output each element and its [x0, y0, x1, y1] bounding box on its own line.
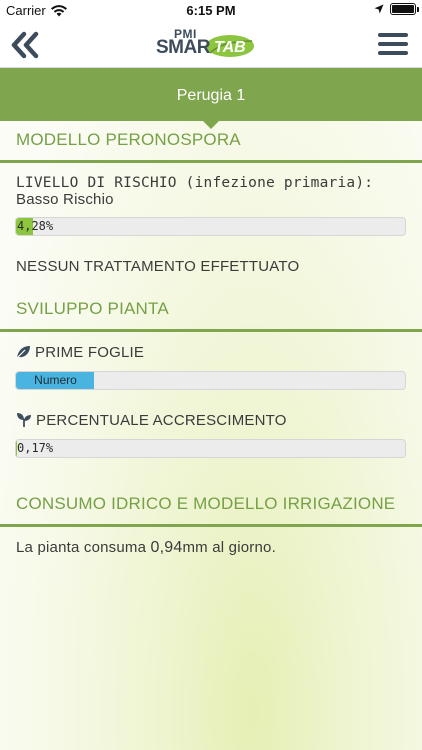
- prime-foglie-progress-bar: Numero: [15, 371, 406, 390]
- risk-progress-bar: 4,28%: [15, 217, 406, 236]
- battery-icon: [390, 3, 419, 15]
- prime-foglie-row: PRIME FOGLIE: [16, 344, 144, 361]
- sviluppo-divider: [0, 329, 422, 332]
- peronospora-divider: [0, 160, 422, 163]
- status-bar: Carrier 6:15 PM: [0, 0, 422, 22]
- app-logo: PMI SMAR TAB: [152, 27, 258, 61]
- menu-button[interactable]: [378, 33, 408, 57]
- logo-tab: TAB: [214, 39, 246, 56]
- location-header: Perugia 1: [0, 68, 422, 129]
- accrescimento-label: PERCENTUALE ACCRESCIMENTO: [36, 412, 287, 429]
- irrigazione-section-title: CONSUMO IDRICO E MODELLO IRRIGAZIONE: [16, 494, 396, 513]
- accrescimento-row: PERCENTUALE ACCRESCIMENTO: [16, 412, 287, 429]
- water-consumption-prefix: La pianta consuma: [16, 539, 151, 556]
- risk-level-label: LIVELLO DI RISCHIO (infezione primaria):: [16, 175, 374, 191]
- treatment-status: NESSUN TRATTAMENTO EFFETTUATO: [16, 258, 300, 275]
- leaf-icon: [16, 346, 30, 359]
- location-name: Perugia 1: [176, 87, 246, 104]
- accrescimento-progress-label: 0,17%: [17, 441, 54, 455]
- sprout-icon: [17, 413, 31, 427]
- prime-foglie-progress-label: Numero: [34, 373, 77, 387]
- risk-level-value: Basso Rischio: [16, 191, 114, 208]
- nav-bar: PMI SMAR TAB: [0, 22, 422, 68]
- hamburger-menu-icon: [378, 33, 408, 55]
- water-consumption-amount: 0,94: [150, 539, 183, 556]
- water-consumption-text: La pianta consuma 0,94mm al giorno.: [16, 539, 276, 557]
- back-button[interactable]: [10, 30, 42, 60]
- logo-smar: SMAR: [156, 37, 210, 58]
- peronospora-section-title: MODELLO PERONOSPORA: [16, 130, 241, 149]
- irrigazione-divider: [0, 524, 422, 527]
- risk-progress-label: 4,28%: [17, 219, 54, 233]
- status-right: [374, 3, 419, 15]
- location-arrow-icon: [374, 4, 384, 14]
- water-consumption-suffix: mm al giorno.: [182, 539, 276, 556]
- status-time: 6:15 PM: [186, 3, 236, 18]
- double-chevron-left-icon: [11, 31, 39, 59]
- prime-foglie-label: PRIME FOGLIE: [35, 344, 145, 361]
- accrescimento-progress-bar: 0,17%: [15, 439, 406, 458]
- sviluppo-section-title: SVILUPPO PIANTA: [16, 299, 169, 318]
